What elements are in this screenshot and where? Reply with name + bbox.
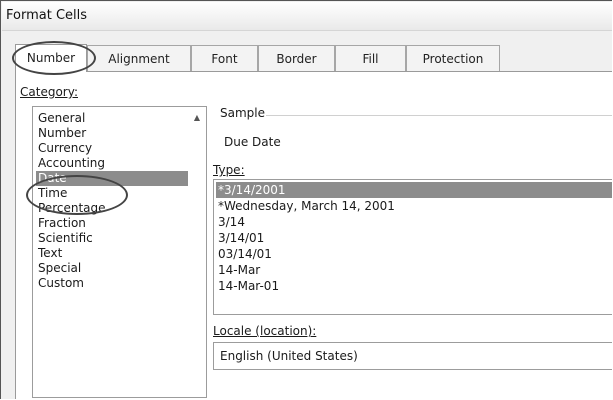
type-item[interactable]: 14-Mar (216, 262, 612, 278)
type-label: Type: (213, 163, 245, 177)
tab-font[interactable]: Font (191, 45, 258, 71)
scroll-up-arrow-icon[interactable]: ▲ (194, 113, 200, 122)
tab-strip: Number Alignment Font Border Fill Protec… (15, 44, 612, 72)
category-item-special[interactable]: Special (36, 261, 188, 276)
tab-protection[interactable]: Protection (406, 45, 500, 71)
tab-number[interactable]: Number (15, 44, 87, 72)
type-item[interactable]: 03/14/01 (216, 246, 612, 262)
category-item-percentage[interactable]: Percentage (36, 201, 188, 216)
dialog-title: Format Cells (6, 8, 88, 23)
format-cells-dialog: Format Cells Number Alignment Font Borde… (0, 0, 612, 399)
category-item-scientific[interactable]: Scientific (36, 231, 188, 246)
category-item-currency[interactable]: Currency (36, 141, 188, 156)
tab-alignment[interactable]: Alignment (87, 45, 191, 71)
type-label-text: Type: (213, 163, 245, 177)
category-item-time[interactable]: Time (36, 186, 188, 201)
tab-border[interactable]: Border (258, 45, 335, 71)
category-item-accounting[interactable]: Accounting (36, 156, 188, 171)
locale-label: Locale (location): (213, 324, 316, 338)
category-item-number[interactable]: Number (36, 126, 188, 141)
type-list[interactable]: *3/14/2001 *Wednesday, March 14, 2001 3/… (213, 179, 612, 315)
category-item-date[interactable]: Date (36, 171, 188, 186)
category-item-fraction[interactable]: Fraction (36, 216, 188, 231)
type-item[interactable]: 14-Mar-01 (216, 278, 612, 294)
category-item-text[interactable]: Text (36, 246, 188, 261)
category-list[interactable]: General Number Currency Accounting Date … (32, 106, 207, 398)
category-label-text: Category: (20, 85, 78, 99)
locale-value: English (United States) (220, 349, 358, 363)
sample-group-line (266, 115, 612, 116)
type-item[interactable]: 3/14/01 (216, 230, 612, 246)
type-item[interactable]: *Wednesday, March 14, 2001 (216, 198, 612, 214)
category-label: Category: (20, 85, 78, 99)
sample-value: Due Date (224, 135, 281, 149)
type-item[interactable]: 3/14 (216, 214, 612, 230)
title-bar: Format Cells (2, 2, 612, 31)
locale-label-text: Locale (location): (213, 324, 317, 338)
type-item[interactable]: *3/14/2001 (216, 182, 612, 198)
number-tab-panel: Category: General Number Currency Accoun… (15, 72, 612, 399)
locale-dropdown[interactable]: English (United States) (213, 342, 612, 370)
category-item-general[interactable]: General (36, 111, 188, 126)
tab-fill[interactable]: Fill (335, 45, 406, 71)
sample-label: Sample (220, 106, 265, 120)
category-item-custom[interactable]: Custom (36, 276, 188, 291)
